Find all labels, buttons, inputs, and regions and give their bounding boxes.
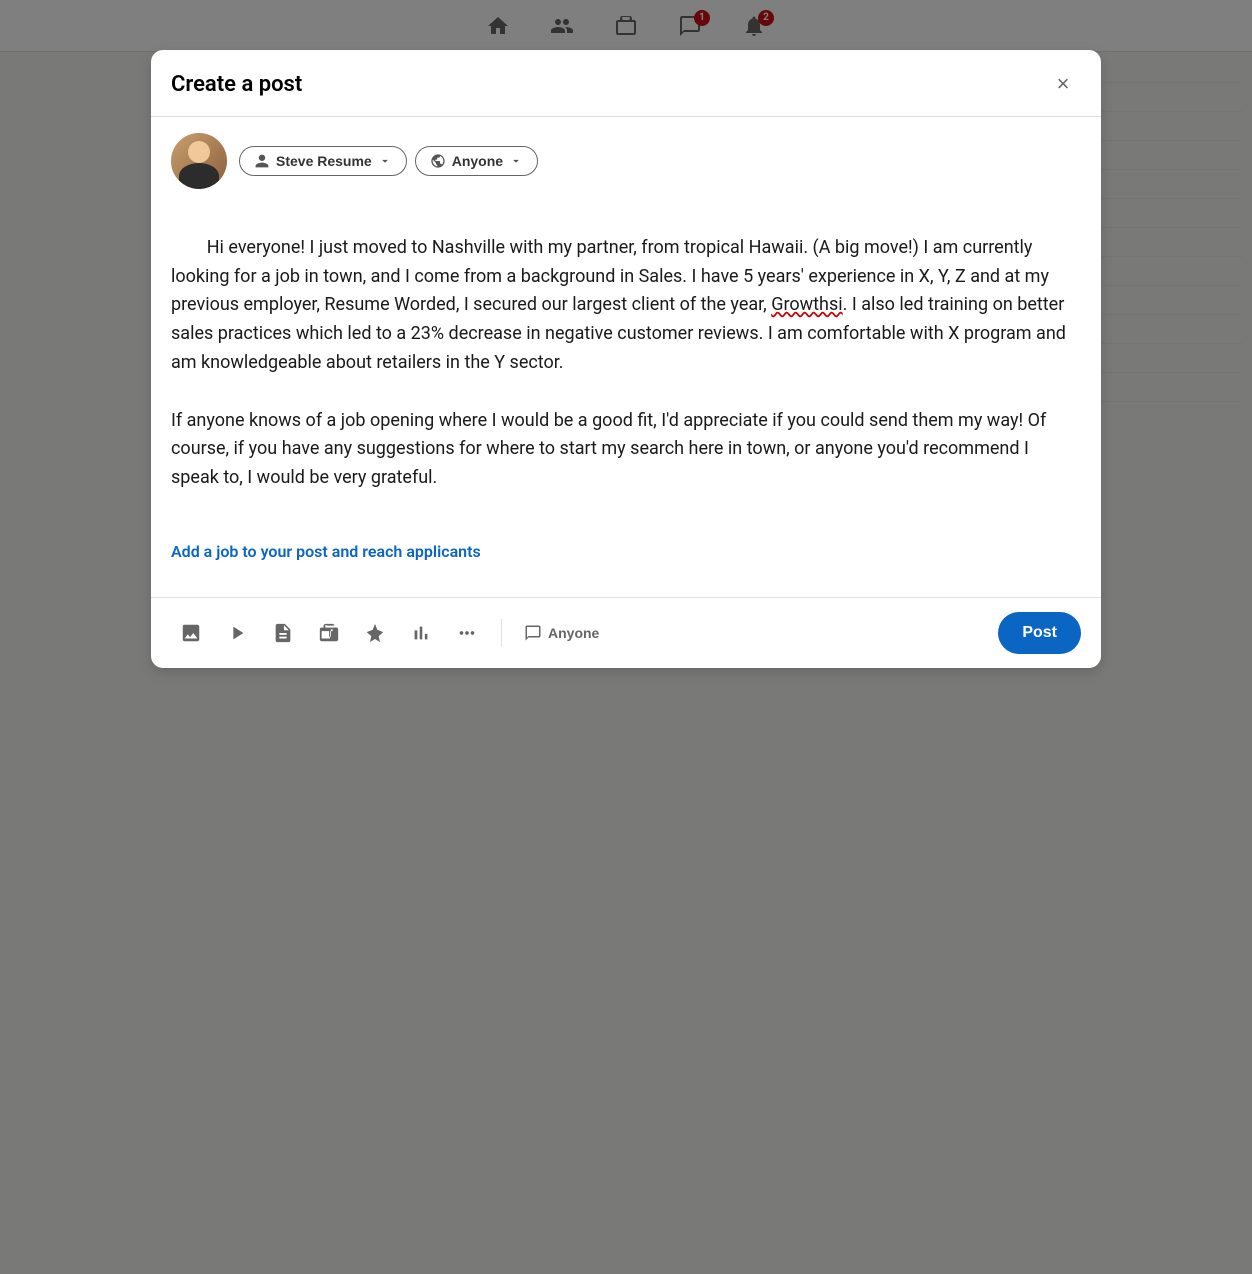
modal-footer: Anyone Post — [151, 597, 1101, 668]
poll-button[interactable] — [401, 613, 441, 653]
more-button[interactable] — [447, 613, 487, 653]
video-icon — [226, 622, 248, 644]
author-name-label: Steve Resume — [276, 153, 372, 169]
more-icon — [456, 622, 478, 644]
globe-icon — [430, 153, 446, 169]
avatar — [171, 133, 227, 189]
poll-icon — [410, 622, 432, 644]
photo-button[interactable] — [171, 613, 211, 653]
celebrate-button[interactable] — [355, 613, 395, 653]
modal-backdrop: Create a post × — [0, 0, 1252, 1274]
audience-button[interactable]: Anyone — [415, 146, 538, 176]
post-button[interactable]: Post — [998, 612, 1081, 654]
audience-chevron-icon — [509, 154, 523, 168]
post-text-content[interactable]: Hi everyone! I just moved to Nashville w… — [171, 205, 1081, 522]
audience-label: Anyone — [452, 153, 503, 169]
avatar-image — [171, 133, 227, 189]
close-button[interactable]: × — [1045, 66, 1081, 102]
job-button[interactable] — [309, 613, 349, 653]
video-button[interactable] — [217, 613, 257, 653]
comment-globe-icon — [524, 624, 542, 642]
modal-body: Steve Resume Anyone — [151, 117, 1101, 597]
briefcase-icon — [318, 622, 340, 644]
author-controls: Steve Resume Anyone — [239, 146, 538, 176]
author-row: Steve Resume Anyone — [171, 133, 1081, 189]
add-job-link[interactable]: Add a job to your post and reach applica… — [171, 542, 1081, 561]
author-name-button[interactable]: Steve Resume — [239, 146, 407, 176]
document-icon — [272, 622, 294, 644]
close-icon: × — [1057, 71, 1070, 97]
footer-audience-label: Anyone — [548, 625, 599, 641]
chevron-down-icon — [378, 154, 392, 168]
create-post-modal: Create a post × — [151, 50, 1101, 668]
toolbar-divider — [501, 619, 502, 647]
footer-audience-button[interactable]: Anyone — [516, 618, 607, 648]
post-text-paragraph2: If anyone knows of a job opening where I… — [171, 410, 1051, 489]
photo-icon — [180, 622, 202, 644]
modal-title: Create a post — [171, 72, 302, 97]
celebrate-icon — [364, 622, 386, 644]
document-button[interactable] — [263, 613, 303, 653]
person-icon — [254, 153, 270, 169]
toolbar-icons: Anyone — [171, 613, 986, 653]
modal-header: Create a post × — [151, 50, 1101, 117]
post-text-spellcheck: Growthsi — [771, 294, 842, 315]
